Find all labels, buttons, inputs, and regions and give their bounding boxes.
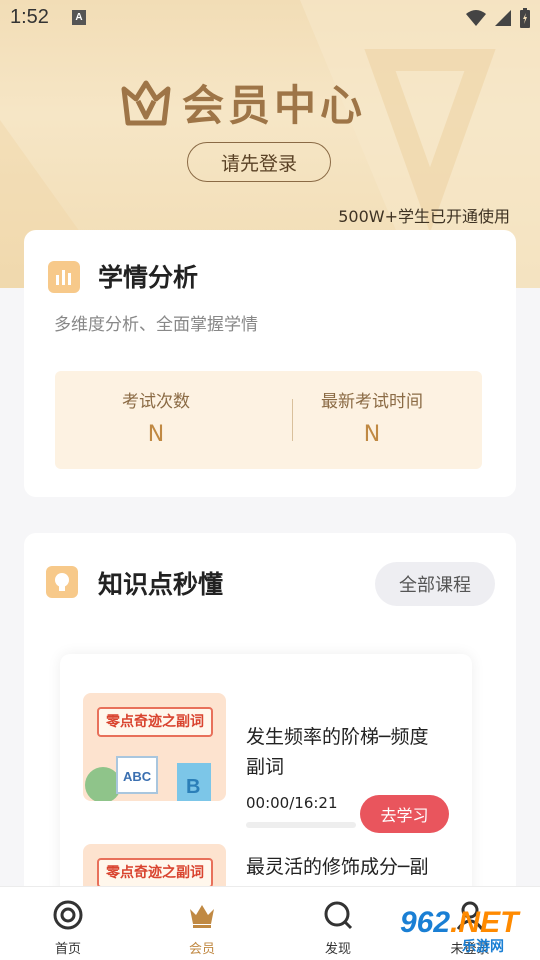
chart-icon — [48, 261, 80, 293]
watermark-digits: 962 — [400, 906, 451, 939]
progress-bar — [246, 822, 356, 828]
watermark-site: 乐游网 — [462, 939, 504, 955]
svg-text:ABC: ABC — [123, 769, 152, 784]
signal-icon — [495, 10, 511, 26]
status-time: 1:52 — [10, 6, 49, 28]
lightbulb-icon — [46, 566, 78, 598]
stat-value: N — [363, 422, 381, 447]
status-bar: 1:52 A — [0, 0, 540, 36]
analysis-subtitle: 多维度分析、全面掌握学情 — [54, 315, 258, 335]
site-watermark: 962.NET 乐游网 — [400, 906, 540, 960]
tab-home[interactable]: 首页 — [18, 887, 118, 960]
wifi-icon — [466, 10, 486, 26]
hero-title-row: 会员中心 — [118, 72, 366, 133]
vip-crown-icon — [121, 80, 171, 125]
svg-text:B: B — [186, 776, 200, 798]
stats-box: 考试次数 N 最新考试时间 N — [55, 371, 482, 469]
notification-icon: A — [72, 10, 86, 25]
tab-discover[interactable]: 发现 — [288, 887, 388, 960]
stat-label: 最新考试时间 — [321, 392, 423, 412]
watermark-logo: 962.NET — [400, 906, 518, 940]
crown-icon — [190, 905, 214, 928]
tab-label: 会员 — [188, 942, 215, 957]
stat-value: N — [147, 422, 165, 447]
tab-member[interactable]: 会员 — [152, 887, 252, 960]
tab-label: 首页 — [54, 942, 81, 957]
hero-title: 会员中心 — [182, 81, 367, 130]
study-button[interactable]: 去学习 — [360, 795, 449, 833]
stat-latest-exam: 最新考试时间 N — [272, 371, 472, 469]
login-button[interactable]: 请先登录 — [187, 142, 331, 182]
battery-icon — [520, 8, 530, 28]
list-item[interactable]: 零点奇迹之副词 ABC B 发生频率的阶梯─频度副词 00:00/16:21 去… — [60, 654, 472, 833]
users-note: 500W+学生已开通使用 — [338, 207, 510, 226]
thumbnail-label: 零点奇迹之副词 — [97, 858, 213, 888]
course-title: 发生频率的阶梯─频度副词 — [246, 726, 429, 778]
course-duration: 00:00/16:21 — [246, 794, 338, 812]
thumbnail-label: 零点奇迹之副词 — [97, 707, 213, 737]
home-icon — [53, 900, 83, 930]
analysis-title: 学情分析 — [98, 263, 199, 292]
all-courses-button[interactable]: 全部课程 — [375, 562, 495, 606]
stat-label: 考试次数 — [122, 392, 190, 412]
watermark-suffix: .NET — [450, 906, 519, 939]
knowledge-title: 知识点秒懂 — [98, 570, 224, 599]
course-thumbnail: 零点奇迹之副词 ABC B — [83, 693, 226, 801]
status-icons — [466, 8, 530, 28]
discover-icon — [324, 901, 353, 930]
abc-blocks-illustration: ABC B — [85, 756, 211, 801]
stat-exam-count: 考试次数 N — [56, 371, 256, 469]
analysis-card: 学情分析 多维度分析、全面掌握学情 考试次数 N 最新考试时间 N — [24, 230, 516, 497]
tab-label: 发现 — [324, 942, 351, 957]
